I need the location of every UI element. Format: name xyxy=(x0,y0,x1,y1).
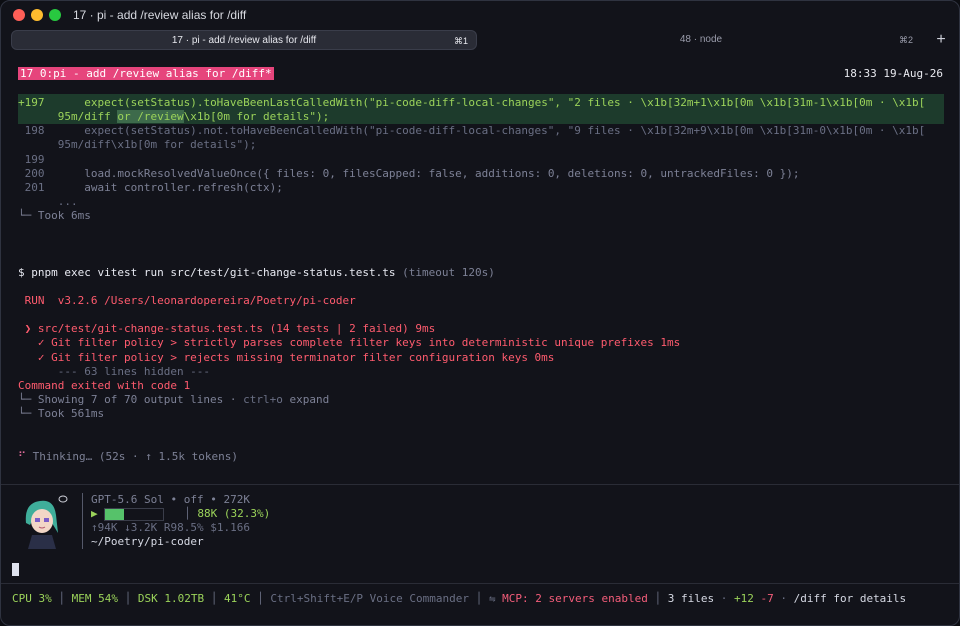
exit-code-line: Command exited with code 1 xyxy=(18,379,191,392)
context-usage-label: 88K (32.3%) xyxy=(197,507,271,520)
disk-usage: DSK 1.02TB xyxy=(137,592,205,605)
context-progress-bar xyxy=(104,507,165,521)
title-bar: 17 · pi - add /review alias for /diff xyxy=(1,1,959,29)
diff-line-197: +197 expect(setStatus).toHaveBeenLastCal… xyxy=(18,96,943,110)
mem-usage: MEM 54% xyxy=(71,592,118,605)
context-usage: ▶ │ 88K (32.3%) xyxy=(91,507,271,521)
changed-files[interactable]: 3 files xyxy=(668,592,714,605)
test-result-2: ✓ Git filter policy > rejects missing te… xyxy=(18,351,555,364)
tab-label: 48 · node xyxy=(679,34,723,45)
command-took: └─ Took 561ms xyxy=(18,407,105,420)
diff-line-198-wrap: 95m/diff\x1b[0m for details"); xyxy=(18,138,257,151)
tab-shortcut: ⌘1 xyxy=(453,36,468,46)
minimize-window-button[interactable] xyxy=(31,9,43,21)
command-timeout: (timeout 120s) xyxy=(395,266,495,279)
diff-line-198: 198 expect(setStatus).not.toHaveBeenCall… xyxy=(18,124,926,137)
diff-code: \x1b[0m for details"); xyxy=(183,110,330,123)
voice-commander-hint[interactable]: Ctrl+Shift+E/P Voice Commander xyxy=(270,592,469,605)
agent-avatar xyxy=(18,493,68,549)
test-result-1: ✓ Git filter policy > strictly parses co… xyxy=(18,336,681,349)
tab-node[interactable]: 48 · node ⌘2 xyxy=(481,30,921,50)
lines-added: +12 xyxy=(733,592,754,605)
divider xyxy=(1,484,959,485)
diff-code: load.mockResolvedValueOnce({ files: 0, f… xyxy=(44,167,800,180)
diff-line-number: 201 xyxy=(18,181,45,194)
hidden-lines-notice: --- 63 lines hidden --- xyxy=(18,365,211,378)
diff-line-201: 201 await controller.refresh(ctx); xyxy=(18,181,943,195)
tab-pi[interactable]: 17 · pi - add /review alias for /diff ⌘1 xyxy=(11,30,477,50)
diff-ellipsis: ... xyxy=(18,195,78,208)
close-window-button[interactable] xyxy=(13,9,25,21)
status-bar: CPU 3% │ MEM 54% │ DSK 1.02TB │ 41°C │ C… xyxy=(12,592,907,605)
tmux-window-label[interactable]: 17 0:pi - add /review alias for /diff* xyxy=(18,67,274,80)
diff-highlight: or /review xyxy=(117,110,184,123)
working-directory: ~/Poetry/pi-coder xyxy=(91,535,204,548)
plug-icon: ⇋ xyxy=(488,592,503,605)
mcp-status[interactable]: MCP: 2 servers enabled xyxy=(502,592,648,605)
diff-line-number: +197 xyxy=(18,96,45,109)
tab-bar: 17 · pi - add /review alias for /diff ⌘1… xyxy=(11,30,951,50)
cpu-usage: CPU 3% xyxy=(12,592,52,605)
diff-code: await controller.refresh(ctx); xyxy=(44,181,283,194)
tab-label: 17 · pi - add /review alias for /diff xyxy=(171,35,317,46)
diff-line-200: 200 load.mockResolvedValueOnce({ files: … xyxy=(18,167,943,181)
showing-output-line: └─ Showing 7 of 70 output lines · ctrl+o… xyxy=(18,393,943,407)
diff-code: expect(setStatus).toHaveBeenLastCalledWi… xyxy=(44,96,926,109)
test-file-line: ❯ src/test/git-change-status.test.ts (14… xyxy=(18,322,436,335)
command-line: $ pnpm exec vitest run src/test/git-chan… xyxy=(18,266,943,280)
expand-shortcut[interactable]: ctrl+o xyxy=(243,393,283,406)
token-stats: ↑94K ↓3.2K R98.5% $1.166 xyxy=(91,521,250,534)
input-cursor[interactable] xyxy=(12,563,19,576)
vitest-run-line: RUN v3.2.6 /Users/leonardopereira/Poetry… xyxy=(18,294,356,307)
command-text: $ pnpm exec vitest run src/test/git-chan… xyxy=(18,266,396,279)
window-title: 17 · pi - add /review alias for /diff xyxy=(73,8,247,22)
terminal-window: 17 · pi - add /review alias for /diff 17… xyxy=(0,0,960,626)
cpu-temp: 41°C xyxy=(223,592,251,605)
spinner-icon: ⠋ xyxy=(18,450,27,463)
new-tab-button[interactable]: + xyxy=(931,30,951,50)
expand-text: expand xyxy=(282,393,330,406)
diff-took: └─ Took 6ms xyxy=(18,209,91,222)
diff-hint: /diff for details xyxy=(793,592,907,605)
zoom-window-button[interactable] xyxy=(49,9,61,21)
showing-text: └─ Showing 7 of 70 output lines · xyxy=(18,393,244,406)
play-icon: ▶ xyxy=(91,507,105,520)
context-progress-fill xyxy=(105,508,124,520)
diff-code: 95m/diff xyxy=(18,110,118,123)
model-info: GPT-5.6 Sol • off • 272K xyxy=(91,493,250,506)
thinking-text: Thinking… (52s · ↑ 1.5k tokens) xyxy=(26,450,238,463)
agent-panel-divider xyxy=(82,493,83,549)
divider xyxy=(1,583,959,584)
tab-shortcut: ⌘2 xyxy=(898,35,913,45)
lines-removed: -7 xyxy=(760,592,774,605)
diff-line-199: 199 xyxy=(18,153,45,166)
diff-line-number: 200 xyxy=(18,167,45,180)
diff-line-197-wrap: 95m/diff or /review\x1b[0m for details")… xyxy=(18,110,943,124)
thinking-line: ⠋ Thinking… (52s · ↑ 1.5k tokens) xyxy=(18,450,943,464)
tmux-clock: 18:33 19-Aug-26 xyxy=(843,67,943,80)
